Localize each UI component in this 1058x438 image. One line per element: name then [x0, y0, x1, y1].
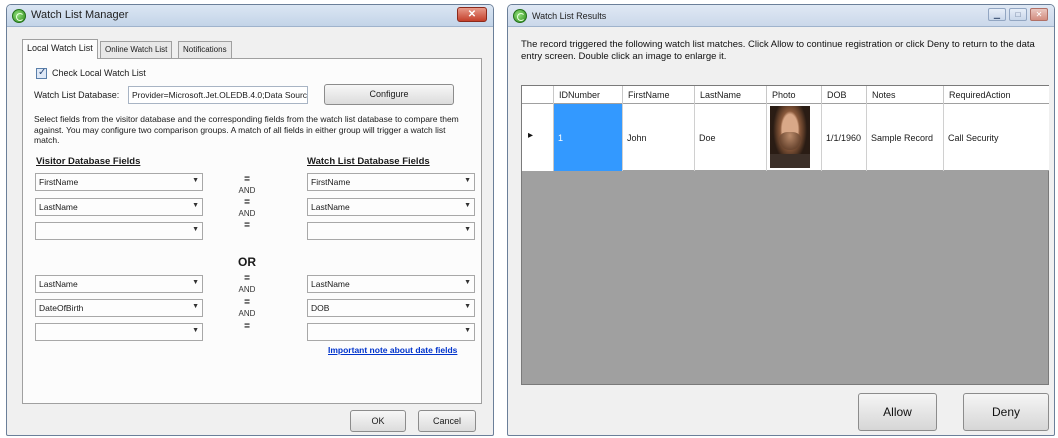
check-local-watch-list-label: Check Local Watch List — [52, 68, 146, 78]
chevron-down-icon: ▼ — [464, 279, 471, 286]
and-label: AND — [238, 209, 256, 218]
allow-button[interactable]: Allow — [858, 393, 937, 431]
chevron-down-icon: ▼ — [464, 303, 471, 310]
cell-dob[interactable]: 1/1/1960 — [822, 104, 867, 171]
visitor-field-select-4[interactable]: LastName ▼ — [35, 275, 203, 293]
watch-field-select-4[interactable]: LastName ▼ — [307, 275, 475, 293]
equals-sign: = — [244, 321, 250, 332]
watch-field-select-2[interactable]: LastName ▼ — [307, 198, 475, 216]
watch-fields-header: Watch List Database Fields — [307, 156, 430, 167]
visitor-fields-header: Visitor Database Fields — [36, 156, 141, 167]
check-local-watch-list-checkbox[interactable] — [36, 67, 47, 79]
row-header-corner — [522, 86, 554, 104]
tab-notifications[interactable]: Notifications — [178, 41, 232, 58]
cell-lastname[interactable]: Doe — [695, 104, 767, 171]
watch-field-select-1[interactable]: FirstName ▼ — [307, 173, 475, 191]
cell-notes[interactable]: Sample Record — [867, 104, 944, 171]
chevron-down-icon: ▼ — [464, 327, 471, 334]
visitor-field-select-3[interactable]: ▼ — [35, 222, 203, 240]
and-label: AND — [238, 309, 256, 318]
column-header-notes[interactable]: Notes — [867, 86, 944, 104]
chevron-down-icon: ▼ — [464, 226, 471, 233]
person-photo-image[interactable] — [770, 106, 810, 168]
visitor-field-select-2[interactable]: LastName ▼ — [35, 198, 203, 216]
chevron-down-icon: ▼ — [192, 279, 199, 286]
local-watch-list-panel: Check Local Watch List Watch List Databa… — [22, 58, 482, 404]
close-button[interactable]: ✕ — [1030, 8, 1048, 21]
cell-photo[interactable] — [767, 104, 822, 171]
description-text: Select fields from the visitor database … — [34, 114, 459, 145]
chevron-down-icon: ▼ — [464, 177, 471, 184]
cancel-button[interactable]: Cancel — [418, 410, 476, 432]
cell-firstname[interactable]: John — [623, 104, 695, 171]
date-fields-note-link[interactable]: Important note about date fields — [328, 345, 457, 355]
tab-online-watch-list[interactable]: Online Watch List — [100, 41, 173, 58]
results-message: The record triggered the following watch… — [521, 39, 1035, 62]
tab-local-watch-list[interactable]: Local Watch List — [22, 39, 98, 59]
configure-button[interactable]: Configure — [324, 84, 454, 105]
or-label: OR — [238, 255, 256, 269]
column-header-lastname[interactable]: LastName — [695, 86, 767, 104]
cell-idnumber[interactable]: 1 — [554, 104, 623, 171]
equals-sign: = — [244, 273, 250, 284]
db-connection-input[interactable]: Provider=Microsoft.Jet.OLEDB.4.0;Data So… — [128, 86, 308, 104]
watch-list-manager-window: Watch List Manager ✕ Local Watch List On… — [6, 4, 494, 436]
close-button[interactable]: ✕ — [457, 7, 487, 22]
chevron-down-icon: ▼ — [192, 202, 199, 209]
column-header-photo[interactable]: Photo — [767, 86, 822, 104]
app-icon — [12, 9, 26, 23]
chevron-down-icon: ▼ — [192, 177, 199, 184]
visitor-field-select-6[interactable]: ▼ — [35, 323, 203, 341]
and-label: AND — [238, 285, 256, 294]
column-header-firstname[interactable]: FirstName — [623, 86, 695, 104]
cell-requiredaction[interactable]: Call Security — [944, 104, 1049, 171]
table-row[interactable]: 1 John Doe 1/1/1960 Sample Record Call S… — [522, 104, 1049, 171]
watch-field-select-6[interactable]: ▼ — [307, 323, 475, 341]
window-title: Watch List Results — [532, 11, 607, 21]
watch-field-select-5[interactable]: DOB ▼ — [307, 299, 475, 317]
minimize-button[interactable]: ▁ — [988, 8, 1006, 21]
maximize-button[interactable]: □ — [1009, 8, 1027, 21]
row-arrow-icon[interactable] — [522, 104, 554, 171]
results-grid: IDNumber FirstName LastName Photo DOB No… — [521, 85, 1049, 385]
titlebar: Watch List Results ▁ □ ✕ — [508, 5, 1054, 27]
equals-sign: = — [244, 297, 250, 308]
grid-header: IDNumber FirstName LastName Photo DOB No… — [522, 86, 1049, 104]
app-icon — [513, 9, 527, 23]
visitor-field-select-5[interactable]: DateOfBirth ▼ — [35, 299, 203, 317]
column-header-requiredaction[interactable]: RequiredAction — [944, 86, 1049, 104]
titlebar: Watch List Manager ✕ — [7, 5, 493, 27]
db-label: Watch List Database: — [34, 90, 120, 100]
deny-button[interactable]: Deny — [963, 393, 1049, 431]
chevron-down-icon: ▼ — [192, 327, 199, 334]
equals-sign: = — [244, 197, 250, 208]
watch-list-results-window: Watch List Results ▁ □ ✕ The record trig… — [507, 4, 1055, 436]
and-label: AND — [238, 186, 256, 195]
chevron-down-icon: ▼ — [464, 202, 471, 209]
watch-field-select-3[interactable]: ▼ — [307, 222, 475, 240]
chevron-down-icon: ▼ — [192, 226, 199, 233]
equals-sign: = — [244, 220, 250, 231]
visitor-field-select-1[interactable]: FirstName ▼ — [35, 173, 203, 191]
equals-sign: = — [244, 174, 250, 185]
column-header-idnumber[interactable]: IDNumber — [554, 86, 623, 104]
chevron-down-icon: ▼ — [192, 303, 199, 310]
ok-button[interactable]: OK — [350, 410, 406, 432]
column-header-dob[interactable]: DOB — [822, 86, 867, 104]
window-title: Watch List Manager — [31, 9, 129, 21]
